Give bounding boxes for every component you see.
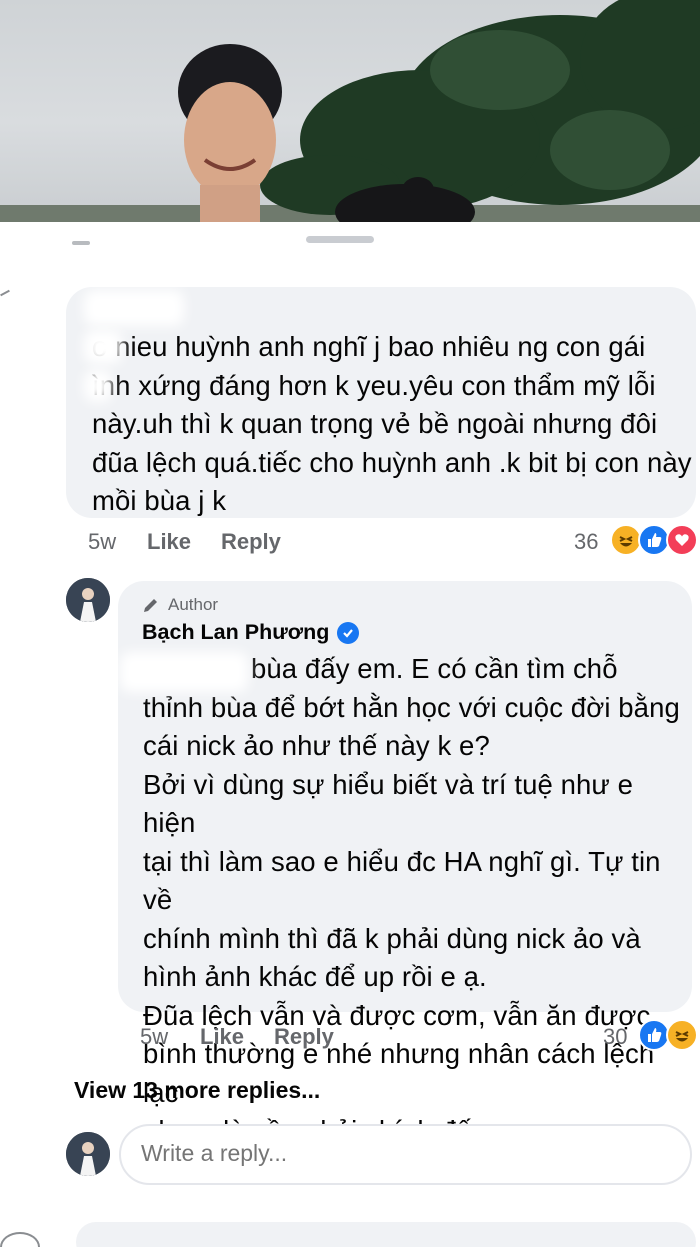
comment-text: bùa đấy em. E có cần tìm chỗ thỉnh bùa đ… [143, 650, 688, 1151]
love-icon [666, 524, 698, 556]
author-name-text[interactable]: Bạch Lan Phương [142, 620, 329, 645]
reaction-count[interactable]: 36 [574, 529, 598, 555]
edge-mark [0, 289, 10, 297]
sheet-handle[interactable] [306, 236, 374, 243]
author-name[interactable]: Bạch Lan Phương [142, 620, 360, 645]
redaction-blur [84, 290, 184, 326]
reaction-count[interactable]: 30 [603, 1024, 627, 1050]
redaction-blur [84, 370, 112, 402]
author-avatar[interactable] [66, 578, 110, 622]
user-avatar[interactable] [66, 1132, 110, 1176]
author-badge: Author [142, 595, 218, 615]
haha-icon [666, 1019, 698, 1051]
edge-mark [72, 241, 90, 245]
comment-bubble[interactable] [76, 1222, 696, 1247]
avatar [0, 1232, 40, 1247]
comment-time: 5w [88, 529, 117, 554]
pen-icon [142, 596, 160, 614]
reply-button[interactable]: Reply [274, 1024, 334, 1050]
comment-text: o nieu huỳnh anh nghĩ j bao nhiêu ng con… [92, 331, 692, 516]
post-photo [0, 0, 700, 222]
redaction-blur [84, 330, 122, 364]
reply-box[interactable] [119, 1124, 692, 1185]
like-button[interactable]: Like [200, 1024, 244, 1050]
redaction-blur [120, 652, 248, 692]
view-more-replies[interactable]: View 13 more replies... [74, 1077, 320, 1104]
verified-icon [337, 621, 360, 644]
reply-button[interactable]: Reply [221, 529, 281, 555]
author-badge-label: Author [168, 595, 219, 614]
reply-input[interactable] [141, 1140, 661, 1167]
comment-time: 5w [140, 1024, 169, 1049]
like-button[interactable]: Like [147, 529, 191, 555]
comment-text-body: bùa đấy em. E có cần tìm chỗ thỉnh bùa đ… [143, 653, 680, 1146]
